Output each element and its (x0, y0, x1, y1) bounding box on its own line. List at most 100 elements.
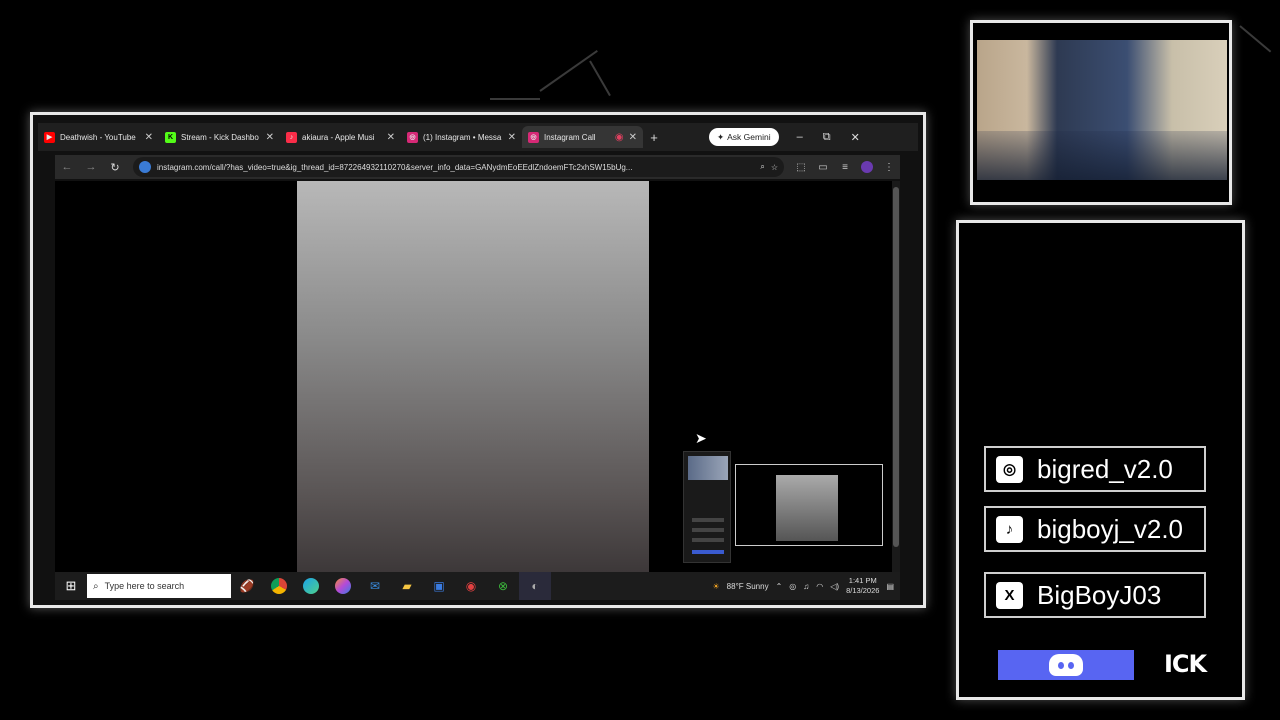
preview-line (692, 550, 724, 554)
screen-capture-frame: ▶ Deathwish - YouTube ✕ K Stream - Kick … (30, 112, 926, 608)
tab-label: akiaura - Apple Musi (302, 132, 375, 142)
sparkle-icon: ✦ (717, 131, 725, 142)
apple-music-icon: ♪ (286, 131, 297, 143)
site-info-icon[interactable] (139, 161, 151, 173)
decor-line (589, 60, 611, 97)
windows-start-icon[interactable]: ⊞ (55, 578, 87, 594)
menu-icon[interactable]: ⋮ (878, 162, 900, 173)
weather-text[interactable]: 88°F Sunny (727, 582, 769, 591)
obs-icon[interactable]: ◐ (519, 572, 551, 600)
mic-icon[interactable]: ♫ (803, 582, 809, 591)
webcam-feed (977, 40, 1227, 180)
preview-line (692, 538, 724, 542)
bookmark-star-icon[interactable]: ☆ (771, 163, 778, 172)
youtube-icon: ▶ (44, 131, 55, 143)
copilot-icon[interactable] (327, 572, 359, 600)
close-icon[interactable]: ✕ (266, 132, 274, 143)
social-x: X BigBoyJ03 (984, 572, 1206, 618)
tab-label: Instagram Call (544, 132, 596, 142)
tab-label: (1) Instagram • Messa (423, 132, 502, 142)
close-icon[interactable]: ✕ (629, 132, 637, 143)
volume-icon[interactable]: ◁) (830, 582, 839, 591)
browser-toolbar: ← → ↻ instagram.com/call/?has_video=true… (55, 155, 900, 179)
tab-instagram-messages[interactable]: ◎ (1) Instagram • Messa ✕ (401, 126, 522, 148)
chevron-up-icon[interactable]: ⌃ (776, 582, 783, 591)
preview-line (692, 518, 724, 522)
webcam-frame (970, 20, 1232, 205)
kick-logo: ICK (1164, 650, 1207, 678)
discord-icon (1049, 654, 1083, 676)
preview-thumbnail (688, 456, 728, 480)
tab-instagram-call[interactable]: ◎ Instagram Call ◉ ✕ (522, 126, 643, 148)
social-tiktok: ♪ bigboyj_v2.0 (984, 506, 1206, 552)
back-icon[interactable]: ← (55, 161, 79, 173)
windows-taskbar: ⊞ ⌕ Type here to search 🏈 ✉ ▰ ▣ ◉ ⊗ ◐ ☀ … (55, 572, 900, 600)
mouse-cursor-icon: ➤ (695, 430, 707, 446)
tab-label: Deathwish - YouTube (60, 132, 136, 142)
search-icon: ⌕ (93, 580, 99, 592)
clock[interactable]: 1:41 PM 8/13/2026 (846, 576, 879, 596)
preview-video (776, 475, 838, 541)
recording-icon: ◉ (614, 131, 624, 143)
gemini-label: Ask Gemini (727, 132, 771, 142)
tiktok-icon: ♪ (996, 515, 1023, 543)
decor-line (490, 98, 540, 100)
system-tray: ☀ 88°F Sunny ⌃ ◎ ♫ ◠ ◁) 1:41 PM 8/13/202… (713, 576, 901, 596)
reload-icon[interactable]: ↻ (103, 161, 127, 174)
address-bar[interactable]: instagram.com/call/?has_video=true&ig_th… (133, 157, 784, 177)
close-icon[interactable]: ✕ (508, 132, 516, 143)
search-placeholder: Type here to search (104, 581, 185, 591)
chrome-icon[interactable] (263, 572, 295, 600)
social-instagram: ◎ bigred_v2.0 (984, 446, 1206, 492)
tab-youtube[interactable]: ▶ Deathwish - YouTube ✕ (38, 126, 159, 148)
instagram-icon: ◎ (996, 455, 1023, 483)
window-thumbnail-preview[interactable] (735, 464, 883, 546)
taskbar-app-preview[interactable] (683, 451, 731, 563)
store-icon[interactable]: ▣ (423, 572, 455, 600)
kick-icon: K (165, 131, 176, 143)
url-text: instagram.com/call/?has_video=true&ig_th… (157, 162, 633, 172)
browser-tabbar: ▶ Deathwish - YouTube ✕ K Stream - Kick … (38, 123, 918, 151)
xbox-icon[interactable]: ⊗ (487, 572, 519, 600)
discord-badge (998, 650, 1134, 680)
extensions-icon[interactable]: ⬚ (790, 162, 812, 173)
restore-button[interactable]: ⧉ (823, 131, 831, 144)
call-video-feed[interactable] (297, 181, 649, 572)
ask-gemini-button[interactable]: ✦ Ask Gemini (709, 128, 779, 146)
forward-icon[interactable]: → (79, 161, 103, 173)
clock-time: 1:41 PM (848, 576, 877, 585)
scrollbar-thumb[interactable] (893, 187, 899, 547)
decor-line (1239, 25, 1272, 53)
tray-app-icon[interactable]: ◎ (789, 582, 796, 591)
wifi-icon[interactable]: ◠ (816, 582, 823, 591)
close-icon[interactable]: ✕ (387, 132, 395, 143)
tab-apple-music[interactable]: ♪ akiaura - Apple Musi ✕ (280, 126, 401, 148)
tab-label: Stream - Kick Dashbo (181, 132, 259, 142)
zoom-icon[interactable]: ⌕ (760, 162, 764, 172)
close-icon[interactable]: ✕ (145, 132, 153, 143)
football-app-icon[interactable]: 🏈 (231, 572, 263, 600)
notifications-icon[interactable]: ▤ (886, 582, 894, 591)
scrollbar[interactable] (892, 181, 900, 572)
screen-share-icon[interactable]: ▭ (812, 162, 834, 173)
window-controls: – ⧉ ✕ (797, 131, 860, 144)
mail-icon[interactable]: ✉ (359, 572, 391, 600)
new-tab-button[interactable]: + (643, 130, 665, 145)
x-icon: X (996, 581, 1023, 609)
page-content: ➤ (55, 181, 900, 572)
recording-app-icon[interactable]: ◉ (455, 572, 487, 600)
media-controls-icon[interactable]: ≡ (834, 162, 856, 173)
edge-icon[interactable] (295, 572, 327, 600)
close-window-button[interactable]: ✕ (851, 131, 860, 144)
tiktok-handle: bigboyj_v2.0 (1037, 513, 1183, 544)
weather-icon: ☀ (712, 581, 720, 591)
instagram-icon: ◎ (407, 131, 418, 143)
x-handle: BigBoyJ03 (1037, 579, 1162, 610)
tab-kick[interactable]: K Stream - Kick Dashbo ✕ (159, 126, 280, 148)
profile-avatar[interactable] (861, 161, 873, 173)
file-explorer-icon[interactable]: ▰ (391, 572, 423, 600)
webcam-shadow (977, 131, 1227, 180)
taskbar-search[interactable]: ⌕ Type here to search (87, 574, 231, 598)
decor-line (539, 50, 598, 92)
minimize-button[interactable]: – (797, 131, 803, 144)
